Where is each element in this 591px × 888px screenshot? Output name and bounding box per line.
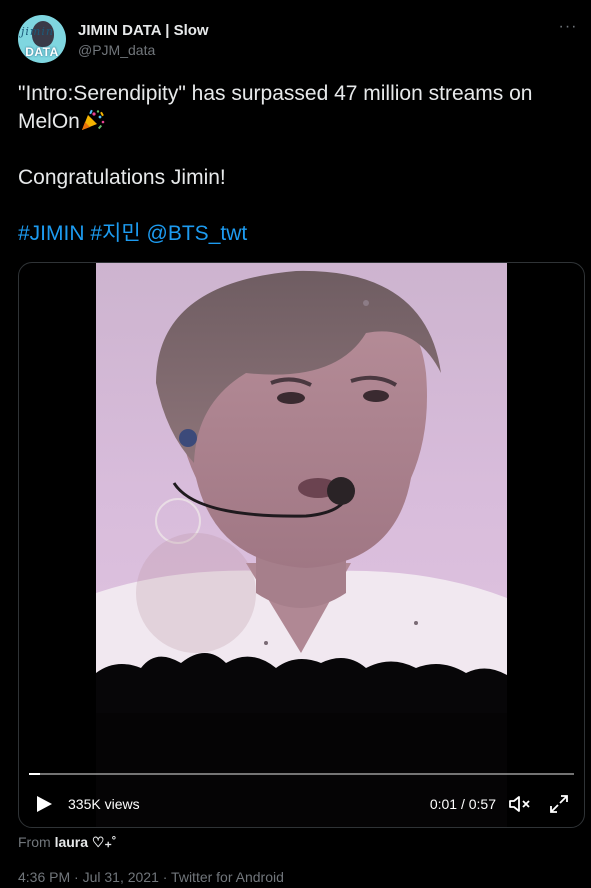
- hashtag-korean-link[interactable]: #지민: [90, 222, 140, 245]
- video-frame[interactable]: [96, 263, 507, 827]
- from-label: From: [18, 834, 51, 850]
- avatar[interactable]: jimin DATA: [18, 15, 66, 63]
- tweet-timestamp[interactable]: 4:36 PM · Jul 31, 2021 · Twitter for And…: [18, 869, 284, 885]
- tweet-tags-line: #JIMIN #지민 @BTS_twt: [18, 220, 583, 248]
- play-icon[interactable]: [35, 795, 53, 813]
- from-user-link[interactable]: laura ♡₊˚: [55, 834, 117, 850]
- hashtag-jimin-link[interactable]: #JIMIN: [18, 222, 85, 245]
- tweet-text-line-2: Congratulations Jimin!: [18, 166, 226, 189]
- more-options-icon[interactable]: ···: [558, 19, 578, 35]
- mute-icon[interactable]: [508, 794, 532, 814]
- video-view-count: 335K views: [68, 796, 140, 812]
- tweet-header: jimin DATA JIMIN DATA | Slow @PJM_data ·…: [18, 15, 578, 65]
- video-time-display: 0:01 / 0:57: [429, 796, 496, 812]
- display-name[interactable]: JIMIN DATA | Slow: [78, 22, 209, 39]
- avatar-logo-text: DATA: [25, 45, 59, 59]
- mention-bts-link[interactable]: @BTS_twt: [147, 222, 248, 245]
- video-still-image: [96, 270, 507, 827]
- video-player[interactable]: 335K views 0:01 / 0:57: [18, 262, 585, 828]
- tweet-text: "Intro:Serendipity" has surpassed 47 mil…: [18, 80, 583, 248]
- party-popper-icon: [81, 109, 105, 130]
- video-progress-bar[interactable]: [29, 773, 574, 775]
- fullscreen-icon[interactable]: [548, 793, 570, 815]
- video-controls: 335K views 0:01 / 0:57: [19, 789, 584, 819]
- tweet-text-line-1: "Intro:Serendipity" has surpassed 47 mil…: [18, 80, 583, 136]
- username[interactable]: @PJM_data: [78, 42, 155, 58]
- video-source-attribution: From laura ♡₊˚: [18, 834, 117, 851]
- avatar-script-text: jimin: [21, 25, 54, 38]
- video-progress-fill: [29, 773, 40, 775]
